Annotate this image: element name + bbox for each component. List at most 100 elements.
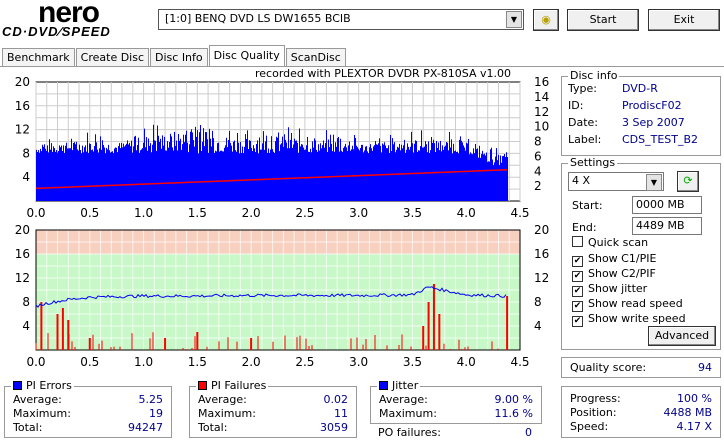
y2-tick-label: 16 (534, 75, 549, 89)
show-c2-checkbox[interactable]: ✔ Show C2/PIF (572, 267, 656, 282)
x-tick-label: 4.5 (510, 355, 529, 369)
jitter-title: Jitter (392, 379, 419, 392)
speed-label: Speed: (570, 420, 609, 433)
start-label: Start: (572, 199, 603, 212)
show-write-speed-label: Show write speed (588, 312, 686, 325)
quality-score-value: 94 (698, 361, 712, 374)
x-tick-label: 0.5 (80, 206, 99, 220)
tab-bar: Benchmark Create Disc Disc Info Disc Qua… (2, 45, 347, 67)
chevron-down-icon[interactable]: ▼ (646, 174, 662, 191)
tab-disc-quality[interactable]: Disc Quality (208, 45, 285, 66)
quality-score-box: Quality score: 94 (561, 357, 721, 378)
checkbox[interactable] (572, 236, 583, 247)
y-tick-label: 8 (22, 295, 30, 309)
check-icon[interactable]: ✔ (572, 271, 583, 282)
check-icon[interactable]: ✔ (572, 301, 583, 312)
x-tick-label: 4.0 (457, 206, 476, 220)
jitter-maximum: 11.6 % (494, 407, 533, 420)
show-jitter-checkbox[interactable]: ✔ Show jitter (572, 282, 647, 297)
average-label: Average: (13, 393, 62, 406)
y2-tick-label: 16 (534, 247, 549, 261)
y2-tick-label: 2 (534, 179, 542, 193)
y2-tick-label: 6 (534, 149, 542, 163)
y2-tick-label: 12 (534, 105, 549, 119)
disc-info-title: Disc info (568, 69, 620, 82)
y2-tick-label: 12 (534, 271, 549, 285)
pi-errors-average: 5.25 (138, 393, 164, 406)
y2-tick-label: 4 (534, 164, 542, 178)
total-label: Total: (198, 421, 228, 434)
total-label: Total: (13, 421, 43, 434)
x-tick-label: 1.0 (134, 206, 153, 220)
x-tick-label: 0.0 (26, 355, 45, 369)
x-tick-label: 4.0 (457, 355, 476, 369)
quick-scan-label: Quick scan (588, 236, 649, 249)
tab-scandisc[interactable]: ScanDisc (285, 48, 346, 67)
check-icon[interactable]: ✔ (572, 316, 583, 327)
settings-title: Settings (568, 156, 618, 169)
end-label: End: (572, 221, 597, 234)
x-tick-label: 0.5 (80, 355, 99, 369)
y-tick-label: 4 (22, 170, 30, 184)
quick-scan-checkbox[interactable]: Quick scan (572, 236, 648, 249)
id-label: ID: (568, 99, 584, 112)
x-tick-label: 1.0 (134, 355, 153, 369)
progress-label: Progress: (570, 392, 621, 405)
y2-tick-label: 20 (534, 223, 549, 237)
drive-select[interactable]: [1:0] BENQ DVD LS DW1655 BCIB ▼ (158, 9, 524, 30)
show-write-speed-checkbox[interactable]: ✔ Show write speed (572, 312, 686, 327)
y-tick-label: 12 (15, 271, 30, 285)
tab-create-disc[interactable]: Create Disc (75, 48, 150, 67)
date-value: 3 Sep 2007 (622, 116, 685, 129)
x-tick-label: 2.5 (295, 206, 314, 220)
exit-button[interactable]: Exit (648, 9, 720, 31)
drive-select-value: [1:0] BENQ DVD LS DW1655 BCIB (165, 12, 351, 25)
y2-tick-label: 14 (534, 90, 549, 104)
show-c2-label: Show C2/PIF (588, 267, 656, 280)
y-tick-label: 8 (22, 146, 30, 160)
speed-select[interactable]: 4 X ▼ (568, 172, 664, 191)
show-read-speed-checkbox[interactable]: ✔ Show read speed (572, 297, 683, 312)
maximum-label: Maximum: (198, 407, 256, 420)
position-value: 4488 MB (663, 406, 712, 419)
refresh-drive-button[interactable]: ◉ (533, 9, 559, 31)
pi-errors-group: PI Errors Average: 5.25 Maximum: 19 Total:… (4, 379, 172, 438)
show-read-speed-label: Show read speed (588, 297, 683, 310)
progress-group: Progress: 100 % Position: 4488 MB Speed: 4.… (561, 386, 721, 438)
quality-score-label: Quality score: (570, 361, 647, 374)
y-tick-label: 20 (15, 223, 30, 237)
y-tick-label: 4 (22, 319, 30, 333)
x-tick-label: 3.0 (349, 206, 368, 220)
x-tick-label: 3.0 (349, 355, 368, 369)
end-input[interactable]: 4489 MB (632, 217, 702, 235)
x-tick-label: 1.5 (188, 355, 207, 369)
check-icon[interactable]: ✔ (572, 286, 583, 297)
cd-dvd-speed-logo: CD·DVD⁄SPEED (2, 24, 111, 39)
pi-failures-average: 0.02 (323, 393, 349, 406)
show-jitter-label: Show jitter (588, 282, 648, 295)
tab-disc-info[interactable]: Disc Info (150, 48, 208, 67)
x-tick-label: 3.5 (403, 355, 422, 369)
refresh-icon[interactable]: ⟳ (677, 171, 699, 192)
advanced-button[interactable]: Advanced (648, 326, 716, 346)
jitter-legend-swatch (379, 381, 388, 390)
show-c1-checkbox[interactable]: ✔ Show C1/PIE (572, 252, 656, 267)
start-input[interactable]: 0000 MB (632, 196, 702, 214)
chevron-down-icon[interactable]: ▼ (506, 11, 522, 28)
maximum-label: Maximum: (13, 407, 71, 420)
pi-failures-legend-swatch (198, 381, 207, 390)
settings-group: Settings 4 X ▼ ⟳ Start: 0000 MB End: 4489… (561, 156, 721, 350)
start-button[interactable]: Start (567, 9, 639, 31)
check-icon[interactable]: ✔ (572, 256, 583, 267)
y2-tick-label: 8 (534, 135, 542, 149)
jitter-group: Jitter Average: 9.00 % Maximum: 11.6 % (370, 379, 542, 424)
po-failures-value: 0 (525, 426, 532, 439)
x-tick-label: 2.0 (242, 355, 261, 369)
average-label: Average: (379, 393, 428, 406)
maximum-label: Maximum: (379, 407, 437, 420)
tab-benchmark[interactable]: Benchmark (2, 48, 75, 67)
charts: 201612841614121086420.0 0.5 1.0 1.5 2.0 2.5 3.… (15, 75, 550, 369)
y-tick-label: 16 (15, 99, 30, 113)
pi-failures-title: PI Failures (211, 379, 267, 392)
type-label: Type: (568, 82, 597, 95)
